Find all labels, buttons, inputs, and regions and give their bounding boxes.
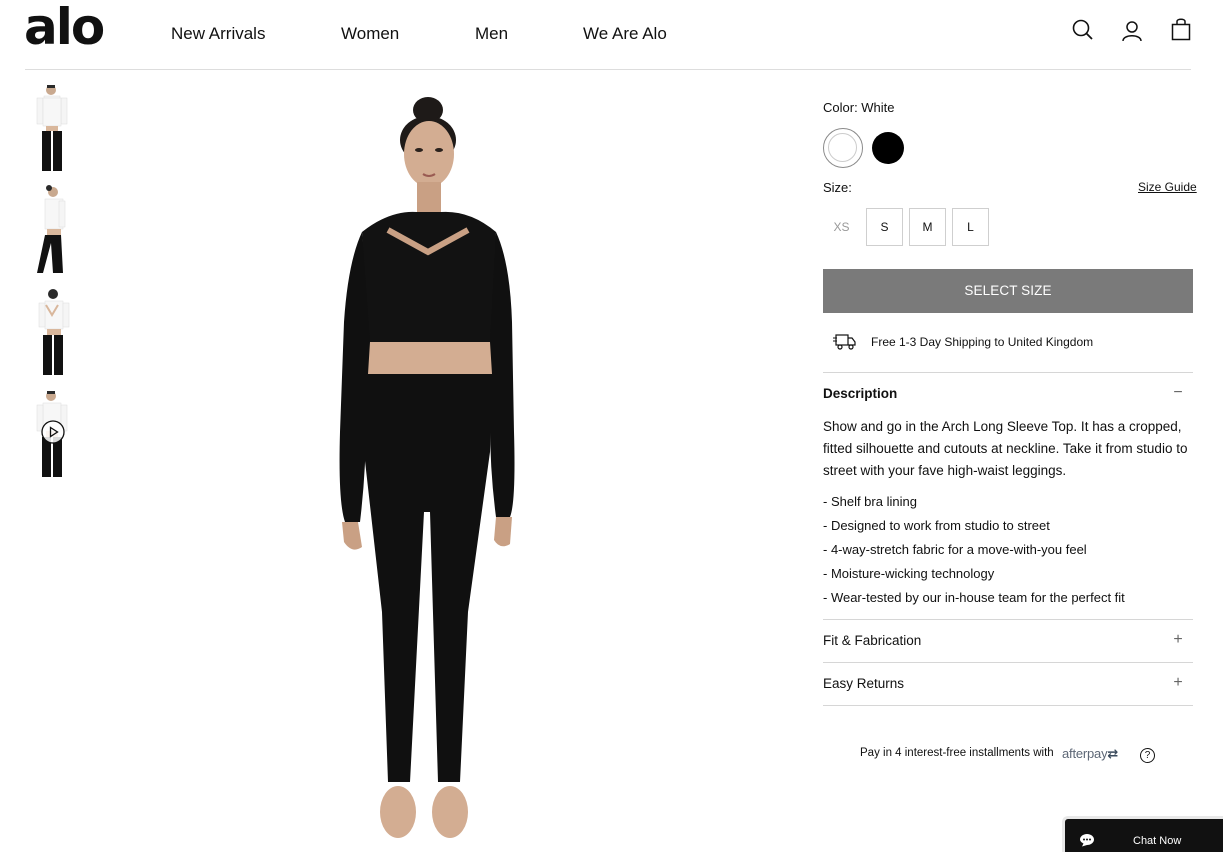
fit-fabrication-heading[interactable]: Fit & Fabrication [823, 633, 921, 648]
divider [823, 705, 1193, 706]
thumbnail-2[interactable] [31, 183, 73, 275]
color-label: Color: White [823, 100, 895, 115]
color-swatch-white[interactable] [823, 128, 863, 168]
select-size-button[interactable]: SELECT SIZE [823, 269, 1193, 313]
feature-item: - 4-way-stretch fabric for a move-with-y… [823, 542, 1087, 557]
description-text: Show and go in the Arch Long Sleeve Top.… [823, 419, 1188, 478]
feature-item: - Wear-tested by our in-house team for t… [823, 590, 1125, 605]
chat-now-label: Chat Now [1133, 835, 1182, 847]
thumbnail-1[interactable] [31, 81, 73, 173]
afterpay-info-icon[interactable]: ? [1140, 748, 1155, 763]
feature-item: - Shelf bra lining [823, 494, 917, 509]
search-icon[interactable] [1070, 16, 1096, 46]
collapse-icon[interactable]: − [1170, 384, 1186, 402]
size-s-button[interactable]: S [866, 208, 903, 246]
nav-men[interactable]: Men [475, 24, 508, 44]
afterpay-text: Pay in 4 interest-free installments with [860, 747, 1054, 759]
account-icon[interactable] [1119, 16, 1145, 46]
play-video-icon[interactable] [41, 420, 65, 444]
shopping-bag-icon[interactable] [1168, 16, 1194, 46]
expand-icon[interactable]: + [1170, 674, 1186, 692]
divider [823, 372, 1193, 373]
expand-icon[interactable]: + [1170, 631, 1186, 649]
size-m-button[interactable]: M [909, 208, 946, 246]
feature-list: - Shelf bra lining - Designed to work fr… [823, 490, 1189, 610]
nav-we-are-alo[interactable]: We Are Alo [583, 24, 667, 44]
delivery-truck-icon [833, 332, 857, 352]
chat-bubble-icon [1079, 833, 1095, 847]
size-label: Size: [823, 180, 852, 195]
easy-returns-heading[interactable]: Easy Returns [823, 676, 904, 691]
shipping-info: Free 1-3 Day Shipping to United Kingdom [871, 335, 1094, 349]
chat-now-button[interactable]: Chat Now [1062, 816, 1223, 852]
afterpay-arrows-icon: ⇄ [1107, 746, 1119, 761]
size-xs-button[interactable]: XS [823, 208, 860, 246]
feature-item: - Moisture-wicking technology [823, 566, 995, 581]
afterpay-wordmark: afterpay [1062, 746, 1108, 761]
description-heading[interactable]: Description [823, 386, 897, 401]
nav-new-arrivals[interactable]: New Arrivals [171, 24, 265, 44]
divider [823, 662, 1193, 663]
alo-logo[interactable]: alo [24, 2, 105, 52]
color-swatch-black[interactable] [872, 132, 904, 164]
thumbnail-3[interactable] [31, 285, 73, 377]
product-main-image [300, 92, 550, 852]
feature-item: - Designed to work from studio to street [823, 518, 1050, 533]
size-guide-link[interactable]: Size Guide [1138, 180, 1197, 194]
nav-women[interactable]: Women [341, 24, 399, 44]
afterpay-logo: afterpay⇄ [1062, 746, 1118, 762]
size-l-button[interactable]: L [952, 208, 989, 246]
site-header: alo New Arrivals Women Men We Are Alo [0, 0, 1223, 70]
header-divider [25, 69, 1191, 70]
divider [823, 619, 1193, 620]
